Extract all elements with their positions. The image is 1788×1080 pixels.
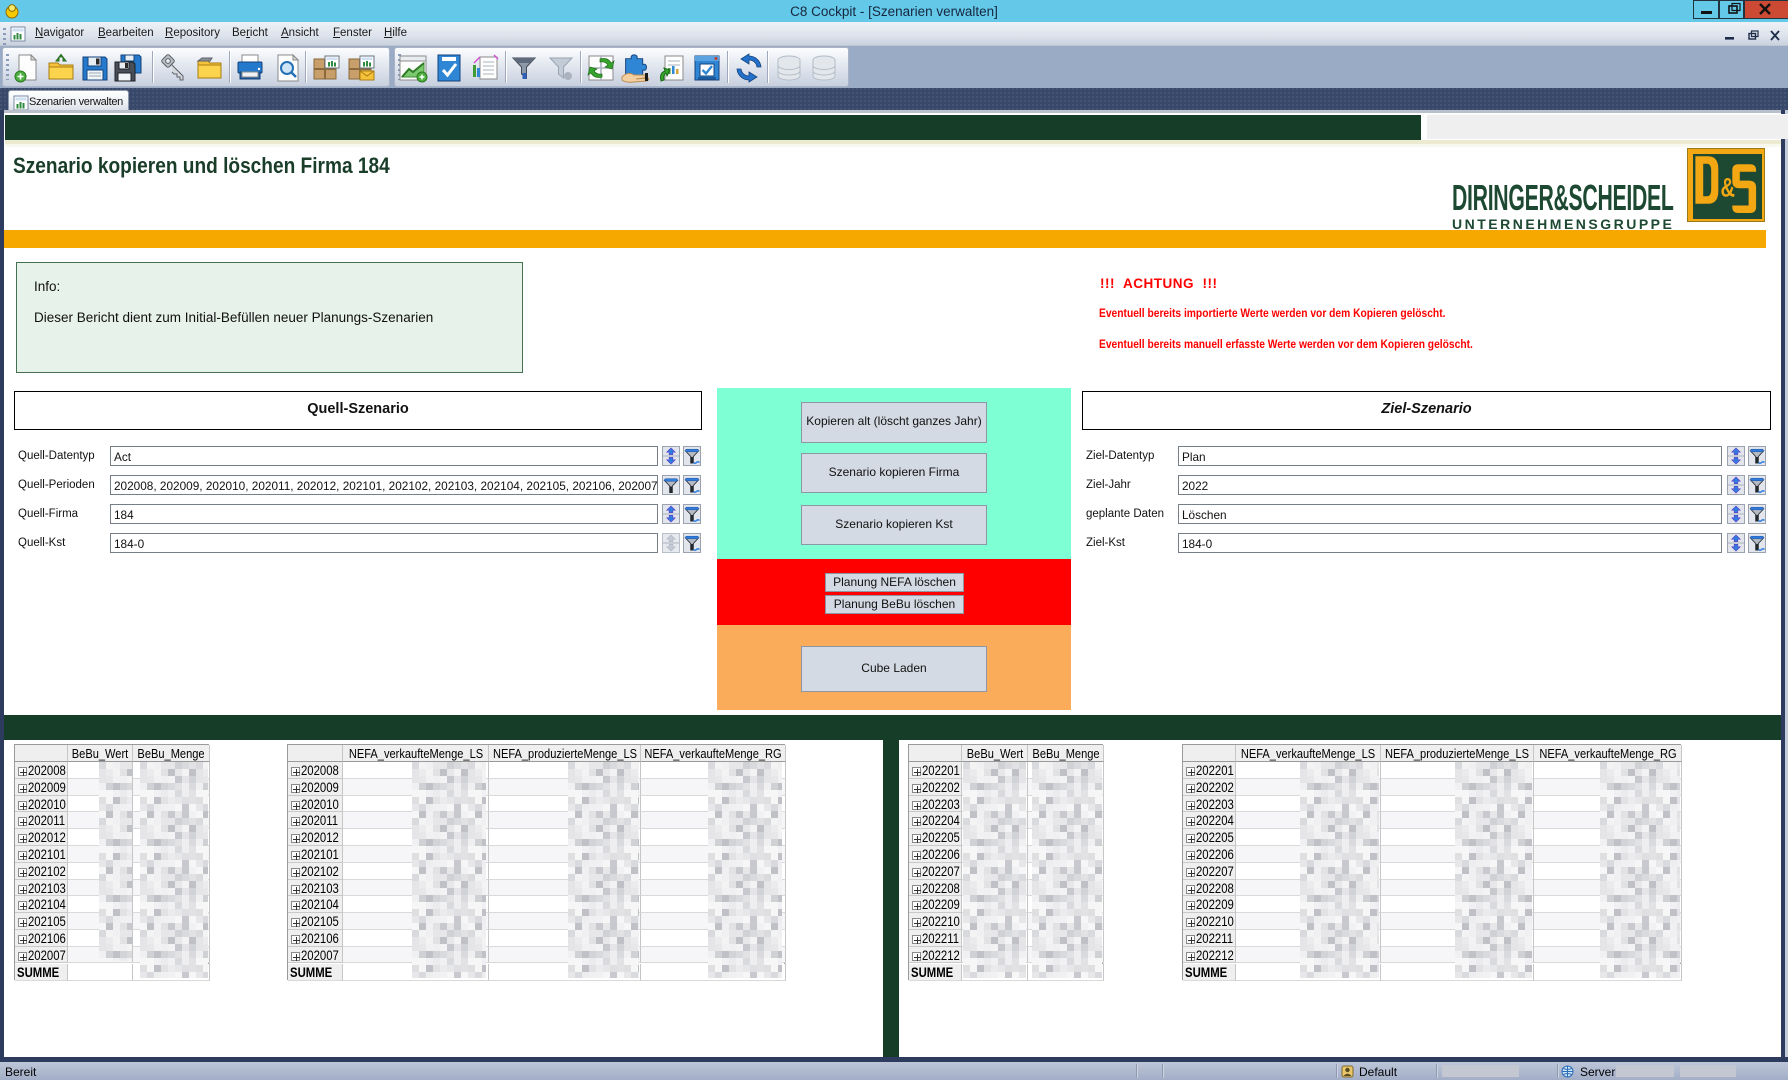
svg-text:&: &: [1721, 172, 1735, 203]
